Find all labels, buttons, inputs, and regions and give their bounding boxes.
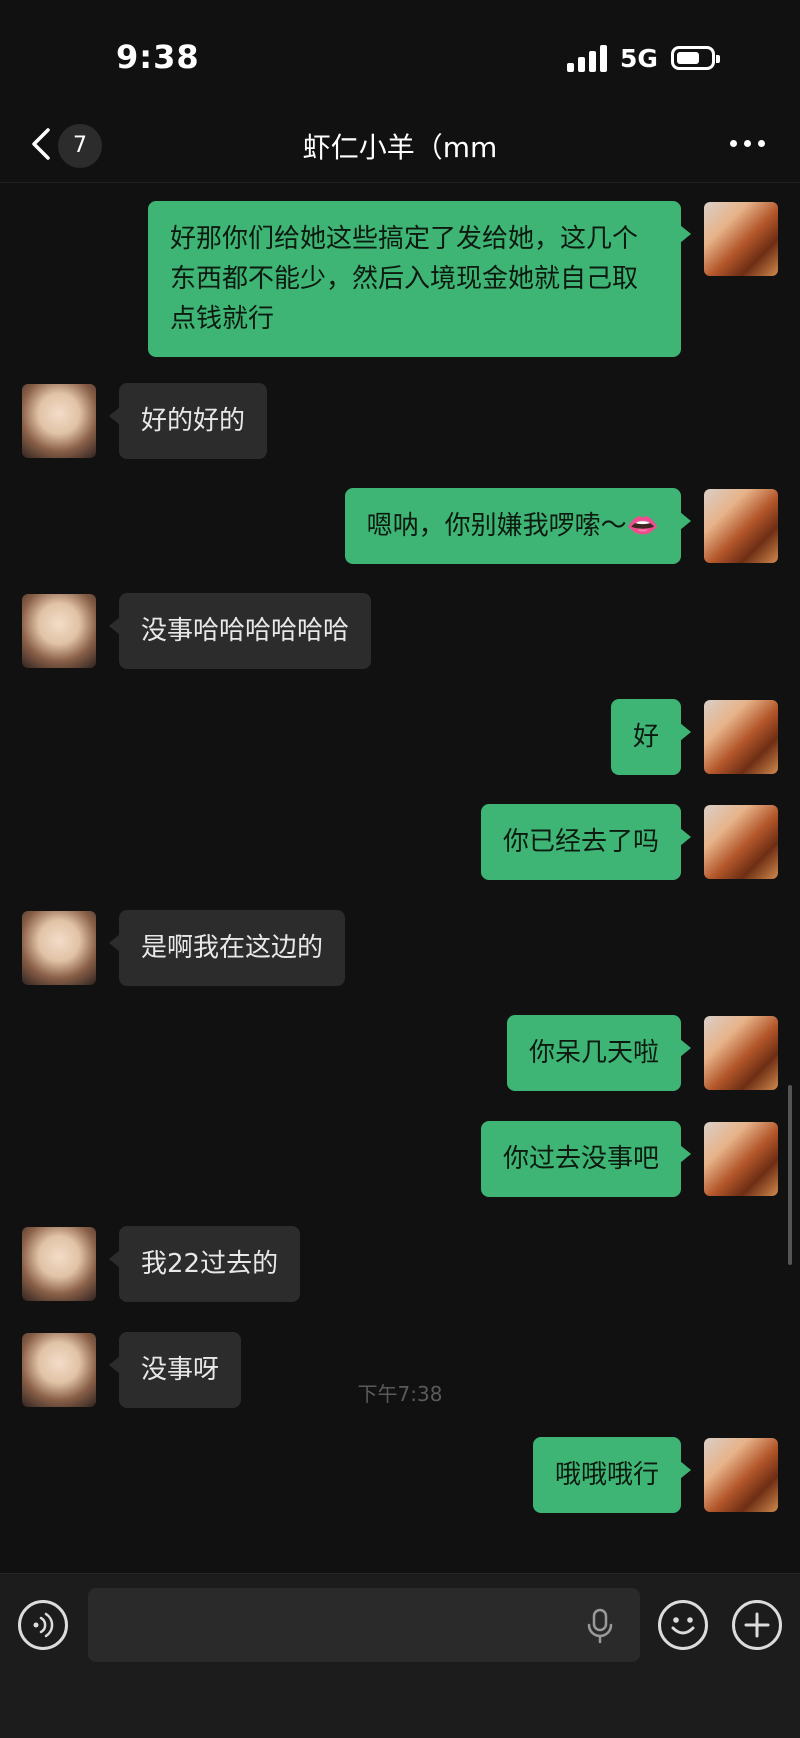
contact-avatar[interactable] (22, 911, 96, 985)
emoji-smile-icon[interactable] (658, 1600, 708, 1650)
message-bubble-received[interactable]: 我22过去的 (108, 1226, 301, 1302)
input-bar (0, 1573, 800, 1738)
network-type: 5G (620, 44, 658, 73)
scrollbar[interactable] (788, 1085, 792, 1265)
my-avatar[interactable] (704, 1122, 778, 1196)
chat-header: 7 虾仁小羊（mm (0, 110, 800, 183)
message-bubble-sent[interactable]: 你已经去了吗 (480, 804, 692, 880)
message-bubble-received[interactable]: 没事哈哈哈哈哈哈 (108, 593, 372, 669)
message-bubble-sent[interactable]: 好那你们给她这些搞定了发给她，这几个东西都不能少，然后入境现金她就自己取点钱就行 (148, 201, 691, 357)
signal-bars-icon (567, 44, 609, 72)
message-bubble-sent[interactable]: 哦哦哦行 (532, 1437, 692, 1513)
my-avatar[interactable] (704, 700, 778, 774)
message-bubble-sent[interactable]: 嗯呐，你别嫌我啰嗦～👄 (344, 488, 692, 564)
plus-circle-icon[interactable] (732, 1600, 782, 1650)
contact-avatar[interactable] (22, 594, 96, 668)
message-input[interactable] (88, 1588, 640, 1662)
my-avatar[interactable] (704, 1438, 778, 1512)
my-avatar[interactable] (704, 805, 778, 879)
my-avatar[interactable] (704, 202, 778, 276)
message-bubble-sent[interactable]: 你呆几天啦 (506, 1015, 692, 1091)
battery-icon (671, 46, 720, 70)
message-bubble-received[interactable]: 是啊我在这边的 (108, 910, 346, 986)
more-dots-icon[interactable] (730, 140, 766, 150)
microphone-icon[interactable] (586, 1608, 614, 1644)
voice-icon[interactable] (18, 1600, 68, 1650)
contact-avatar[interactable] (22, 1227, 96, 1301)
message-bubble-received[interactable]: 好的好的 (108, 383, 268, 459)
my-avatar[interactable] (704, 1016, 778, 1090)
message-timestamp: 下午7:38 (357, 1382, 443, 1406)
chat-title: 虾仁小羊（mm (302, 131, 498, 164)
my-avatar[interactable] (704, 489, 778, 563)
message-list[interactable]: 好那你们给她这些搞定了发给她，这几个东西都不能少，然后入境现金她就自己取点钱就行… (0, 183, 800, 1573)
message-bubble-sent[interactable]: 你过去没事吧 (480, 1121, 692, 1197)
contact-avatar[interactable] (22, 384, 96, 458)
message-bubble-sent[interactable]: 好 (610, 699, 692, 775)
chat-screen: 9:38 5G 7 虾仁小羊（mm 好那你们给她这些搞定了发给她，这几个东西都不… (0, 0, 800, 1738)
status-bar: 9:38 5G (0, 0, 800, 110)
status-time: 9:38 (116, 38, 200, 76)
